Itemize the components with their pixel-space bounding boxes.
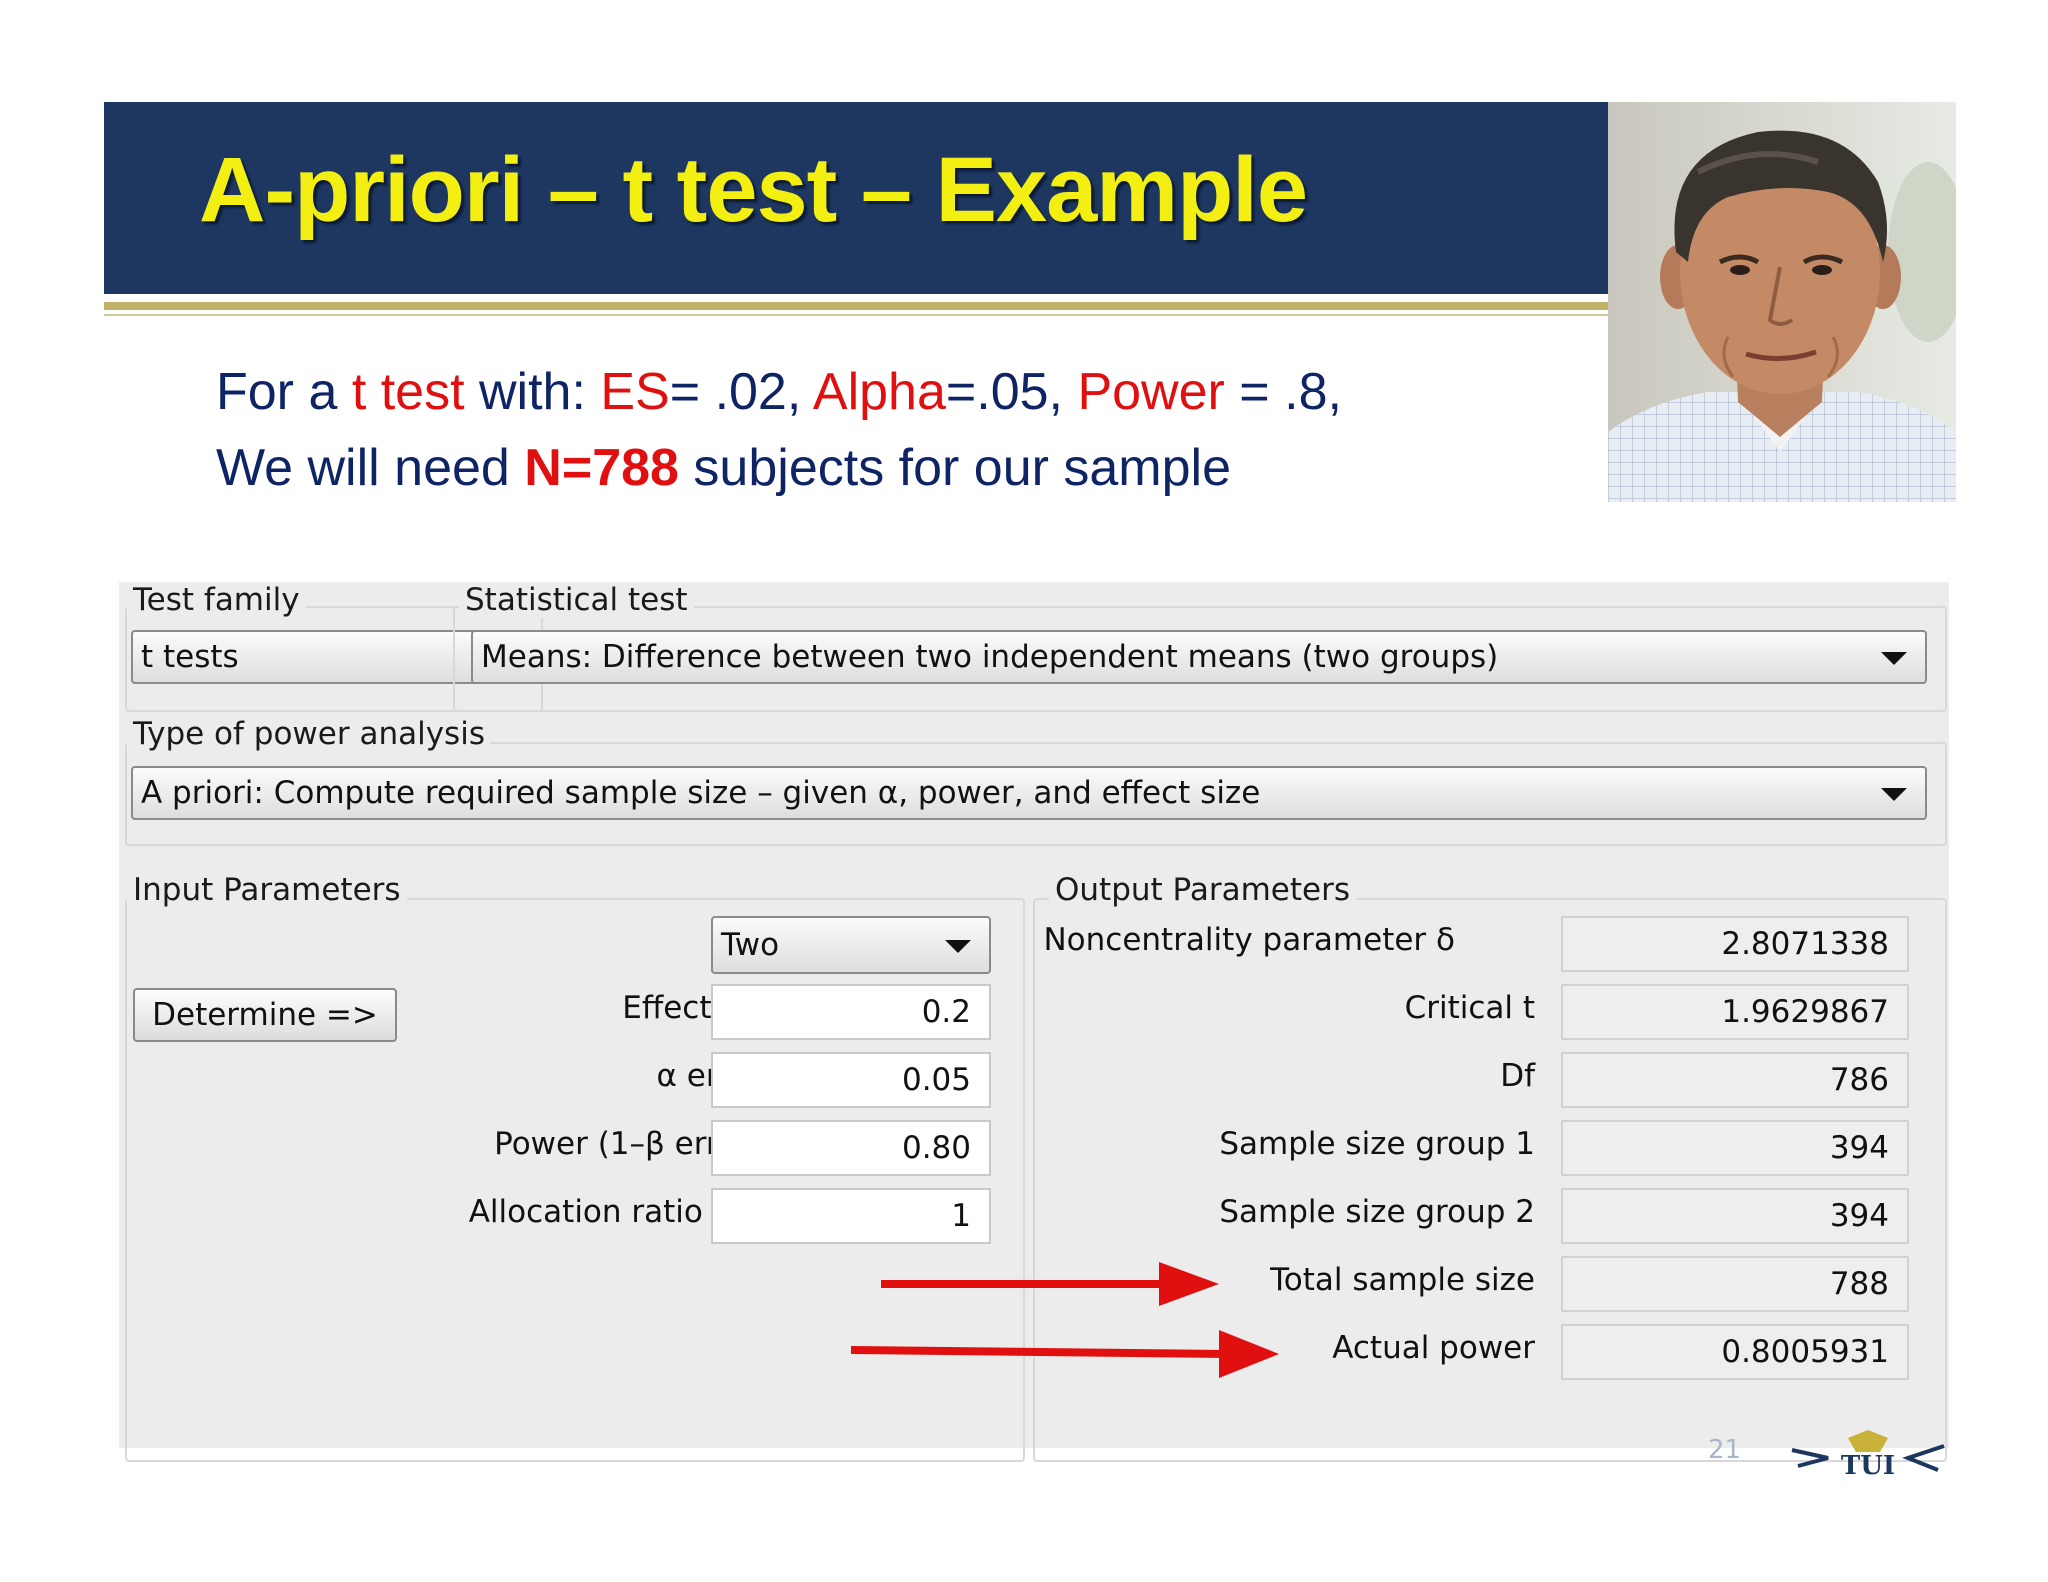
intro-highlight-power: Power	[1077, 363, 1225, 421]
presenter-photo	[1608, 102, 1956, 502]
intro-highlight-alpha: Alpha	[812, 363, 946, 421]
title-underline-thin	[104, 314, 1608, 316]
intro-text: =.05,	[945, 363, 1078, 421]
intro-text: We will need	[216, 439, 525, 497]
intro-highlight-t-test: t test	[351, 363, 465, 421]
intro-line-2: We will need N=788 subjects for our samp…	[216, 438, 1231, 498]
intro-text: = .8,	[1224, 363, 1342, 421]
gpower-dialog: Test family t tests Statistical test Mea…	[119, 582, 1949, 1462]
arrow-total-sample-size	[881, 1262, 1219, 1306]
university-logo: TUI	[1788, 1428, 1948, 1502]
title-underline	[104, 302, 1608, 310]
intro-text: = .02,	[669, 363, 813, 421]
intro-highlight-es: ES	[600, 363, 670, 421]
arrow-actual-power	[850, 1330, 1279, 1378]
page-number: 21	[1708, 1435, 1742, 1465]
intro-text: For a	[216, 363, 352, 421]
intro-line-1: For a t test with: ES= .02, Alpha=.05, P…	[216, 362, 1342, 422]
slide-title: A-priori – t test – Example	[199, 139, 1308, 241]
intro-text: subjects for our sample	[678, 439, 1232, 497]
intro-text: with:	[464, 363, 601, 421]
annotation-arrows	[850, 1262, 1279, 1378]
intro-highlight-n: N=788	[524, 439, 679, 497]
title-bar: A-priori – t test – Example	[104, 102, 1608, 294]
logo-text: TUI	[1841, 1451, 1895, 1481]
